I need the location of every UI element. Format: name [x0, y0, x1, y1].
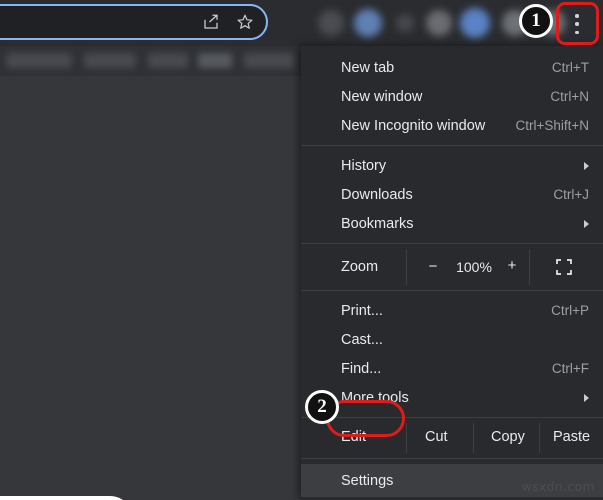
menu-item-shortcut: Ctrl+P [551, 303, 589, 318]
fullscreen-icon[interactable] [556, 259, 572, 275]
star-icon[interactable] [236, 13, 254, 31]
watermark: wsxdn.com [521, 479, 595, 494]
menu-separator [301, 243, 603, 244]
zoom-label: Zoom [341, 259, 379, 275]
annotation-badge-1: 1 [519, 4, 553, 38]
chevron-right-icon [584, 219, 589, 228]
menu-item-bookmarks[interactable]: Bookmarks [301, 209, 603, 238]
bookmark-item-blurred [244, 53, 294, 68]
menu-item-label: New Incognito window [341, 117, 486, 134]
zoom-out-button[interactable]: − [422, 258, 444, 275]
menu-item-label: History [341, 157, 387, 174]
zoom-level: 100% [456, 259, 492, 275]
browser-toolbar [0, 0, 310, 46]
chevron-right-icon [584, 393, 589, 402]
menu-item-print[interactable]: Print... Ctrl+P [301, 296, 603, 325]
menu-item-shortcut: Ctrl+F [551, 361, 589, 376]
toolbar-icon-blurred [460, 8, 490, 38]
menu-item-new-incognito-window[interactable]: New Incognito window Ctrl+Shift+N [301, 111, 603, 140]
divider [473, 423, 474, 453]
address-bar-icons [202, 6, 254, 38]
menu-item-label: Print... [341, 302, 383, 319]
menu-item-new-window[interactable]: New window Ctrl+N [301, 82, 603, 111]
menu-item-more-tools[interactable]: More tools [301, 383, 603, 412]
menu-row-edit: Edit Cut Copy Paste [301, 423, 603, 453]
menu-item-shortcut: Ctrl+J [553, 187, 589, 202]
search-box[interactable] [0, 496, 133, 500]
chevron-right-icon [584, 161, 589, 170]
page-content-area [0, 76, 310, 500]
menu-item-label: Cast... [341, 331, 383, 348]
menu-item-history[interactable]: History [301, 151, 603, 180]
screenshot-root: New tab Ctrl+T New window Ctrl+N New Inc… [0, 0, 603, 500]
menu-item-label: Downloads [341, 186, 413, 203]
menu-separator [301, 417, 603, 418]
menu-separator [301, 290, 603, 291]
bookmarks-bar [0, 46, 310, 76]
divider [539, 423, 540, 453]
bookmark-item-blurred [148, 53, 188, 68]
menu-item-label: New window [341, 88, 423, 105]
toolbar-icon-blurred [426, 10, 452, 36]
divider [529, 249, 530, 285]
menu-separator [301, 145, 603, 146]
address-bar[interactable] [0, 4, 268, 40]
paste-button[interactable]: Paste [553, 429, 590, 445]
bookmark-item-blurred [198, 53, 232, 68]
menu-item-label: Bookmarks [341, 215, 414, 232]
menu-item-label: New tab [341, 59, 395, 76]
menu-item-find[interactable]: Find... Ctrl+F [301, 354, 603, 383]
browser-window-background [0, 0, 310, 500]
edit-label: Edit [341, 429, 366, 445]
copy-button[interactable]: Copy [491, 429, 525, 445]
toolbar-icon-blurred [354, 9, 382, 37]
bookmark-item-blurred [6, 53, 72, 68]
chrome-main-menu: New tab Ctrl+T New window Ctrl+N New Inc… [301, 46, 603, 500]
three-dot-menu-icon[interactable] [565, 11, 589, 37]
menu-item-label: More tools [341, 389, 409, 406]
share-icon[interactable] [202, 13, 220, 31]
menu-item-shortcut: Ctrl+N [550, 89, 589, 104]
annotation-badge-2: 2 [305, 390, 339, 424]
menu-item-label: Find... [341, 360, 382, 377]
browser-toolbar-icons-blurred [310, 0, 603, 46]
menu-item-downloads[interactable]: Downloads Ctrl+J [301, 180, 603, 209]
zoom-in-button[interactable]: + [501, 257, 523, 274]
cut-button[interactable]: Cut [425, 429, 448, 445]
bookmark-item-blurred [84, 53, 136, 68]
menu-item-shortcut: Ctrl+T [551, 60, 589, 75]
divider [406, 249, 407, 285]
toolbar-icon-blurred [396, 14, 414, 32]
menu-item-shortcut: Ctrl+Shift+N [515, 118, 589, 133]
menu-item-label: Settings [341, 472, 394, 489]
divider [406, 423, 407, 453]
menu-separator [301, 458, 603, 459]
toolbar-icon-blurred [318, 10, 344, 36]
menu-item-new-tab[interactable]: New tab Ctrl+T [301, 53, 603, 82]
menu-row-zoom: Zoom − 100% + [301, 249, 603, 285]
menu-item-cast[interactable]: Cast... [301, 325, 603, 354]
